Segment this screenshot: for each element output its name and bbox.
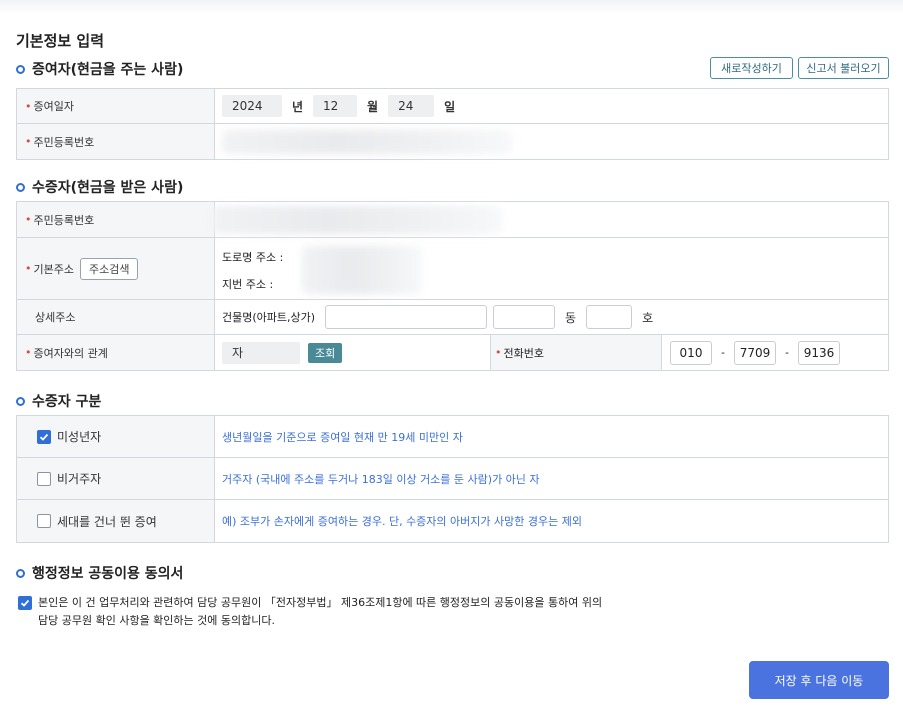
relation-label: • 증여자와의 관계 [17,335,215,370]
consent-section-title: 행정정보 공동이용 동의서 [16,563,183,583]
donor-section-label: 증여자(현금을 주는 사람) [32,62,184,78]
consent-block: 본인은 이 건 업무처리와 관련하여 담당 공무원이 「전자정부법」 제36조제… [18,594,602,630]
query-button[interactable]: 조회 [308,342,343,363]
circle-bullet-icon [16,396,25,406]
dong-input[interactable] [493,305,556,329]
ho-unit: 호 [642,310,654,325]
new-form-button[interactable]: 새로작성하기 [710,57,793,79]
nonresident-checkbox[interactable] [37,471,51,486]
road-address-label: 도로명 주소 : [222,251,284,264]
detail-address-label: 상세주소 [17,300,215,334]
donee-type-row: 비거주자 거주자 (국내에 주소를 두거나 183일 이상 거소를 둔 사람)가… [17,458,888,500]
donee-table: • 주민등록번호 • 기본주소 주소검색 도로명 주소 : 지번 주소 : 상세주소… [16,201,889,371]
donee-type-row: 세대를 건너 뛴 증여 예) 조부가 손자에게 증여하는 경우. 단, 수증자의… [17,500,888,542]
day-field[interactable]: 24 [388,95,435,117]
circle-bullet-icon [16,64,25,74]
phone-label: • 전화번호 [490,335,662,370]
detail-address-row: 상세주소 건물명(아파트,상가) 동 호 [17,300,888,335]
lot-address-label: 지번 주소 : [222,278,274,291]
consent-text-line2: 담당 공무원 확인 사항을 확인하는 것에 동의합니다. [38,614,275,627]
generation-skip-label: 세대를 건너 뛴 증여 [57,514,157,529]
building-name-label: 건물명(아파트,상가) [222,311,316,324]
dong-unit: 동 [565,310,577,325]
redacted-rrn [222,130,512,154]
ho-input[interactable] [586,305,633,329]
consent-checkbox[interactable] [18,596,32,610]
day-unit: 일 [444,99,456,114]
save-next-button[interactable]: 저장 후 다음 이동 [749,661,889,699]
circle-bullet-icon [16,182,25,192]
nonresident-description: 거주자 (국내에 주소를 두거나 183일 이상 거소를 둔 사람)가 아닌 자 [222,472,540,486]
phone-part1-input[interactable]: 010 [670,340,712,365]
donee-section-title: 수증자(현금을 받은 사람) [16,177,183,197]
donor-table: • 증여일자 2024 년 12 월 24 일 • 주민등록번호 [16,88,889,160]
generation-skip-option[interactable]: 세대를 건너 뛴 증여 [17,500,215,542]
minor-label: 미성년자 [57,430,102,444]
donee-rrn-row: • 주민등록번호 [17,202,888,238]
circle-bullet-icon [16,568,25,578]
donee-section-label: 수증자(현금을 받은 사람) [32,180,184,196]
nonresident-label: 비거주자 [57,472,102,486]
generation-skip-checkbox[interactable] [37,514,51,528]
redacted-rrn [212,206,502,234]
donee-rrn-label: • 주민등록번호 [17,202,215,237]
phone-separator: - [784,346,789,359]
year-unit: 년 [292,99,304,114]
donor-date-row: • 증여일자 2024 년 12 월 24 일 [17,89,888,124]
month-field[interactable]: 12 [313,95,358,117]
donee-type-table: 미성년자 생년월일을 기준으로 증여일 현재 만 19세 미만인 자 비거주자 … [16,415,889,543]
generation-skip-description: 예) 조부가 손자에게 증여하는 경우. 단, 수증자의 아버지가 사망한 경우… [222,515,582,528]
donor-rrn-label: • 주민등록번호 [17,124,215,159]
donee-address-label: • 기본주소 주소검색 [17,238,215,299]
redacted-address [302,246,422,294]
donee-type-section-label: 수증자 구분 [32,394,102,410]
address-search-button[interactable]: 주소검색 [79,257,139,280]
nonresident-option[interactable]: 비거주자 [17,458,215,499]
donor-rrn-row: • 주민등록번호 [17,124,888,159]
donor-section-title: 증여자(현금을 주는 사람) [16,59,183,79]
minor-checkbox[interactable] [37,429,51,444]
donor-date-label: • 증여일자 [17,89,215,123]
page-title: 기본정보 입력 [16,32,105,50]
building-name-input[interactable] [325,305,488,329]
year-field[interactable]: 2024 [222,95,282,117]
consent-section-label: 행정정보 공동이용 동의서 [32,566,184,582]
minor-description: 생년월일을 기준으로 증여일 현재 만 19세 미만인 자 [222,430,463,444]
top-strip [0,0,903,14]
donee-type-section-title: 수증자 구분 [16,391,101,411]
minor-option[interactable]: 미성년자 [17,416,215,457]
phone-separator: - [721,346,725,359]
month-unit: 월 [367,99,379,114]
consent-text-line1: 본인은 이 건 업무처리와 관련하여 담당 공무원이 「전자정부법」 제36조제… [38,596,603,609]
phone-part3-input[interactable]: 9136 [797,340,840,365]
relation-row: • 증여자와의 관계 자 조회 • 전화번호 010 - 7709 - 9136 [17,335,888,370]
donee-address-row: • 기본주소 주소검색 도로명 주소 : 지번 주소 : [17,238,888,300]
load-report-button[interactable]: 신고서 불러오기 [798,57,889,79]
relation-field[interactable]: 자 [222,341,300,364]
donee-type-row: 미성년자 생년월일을 기준으로 증여일 현재 만 19세 미만인 자 [17,416,888,458]
phone-part2-input[interactable]: 7709 [733,340,776,365]
